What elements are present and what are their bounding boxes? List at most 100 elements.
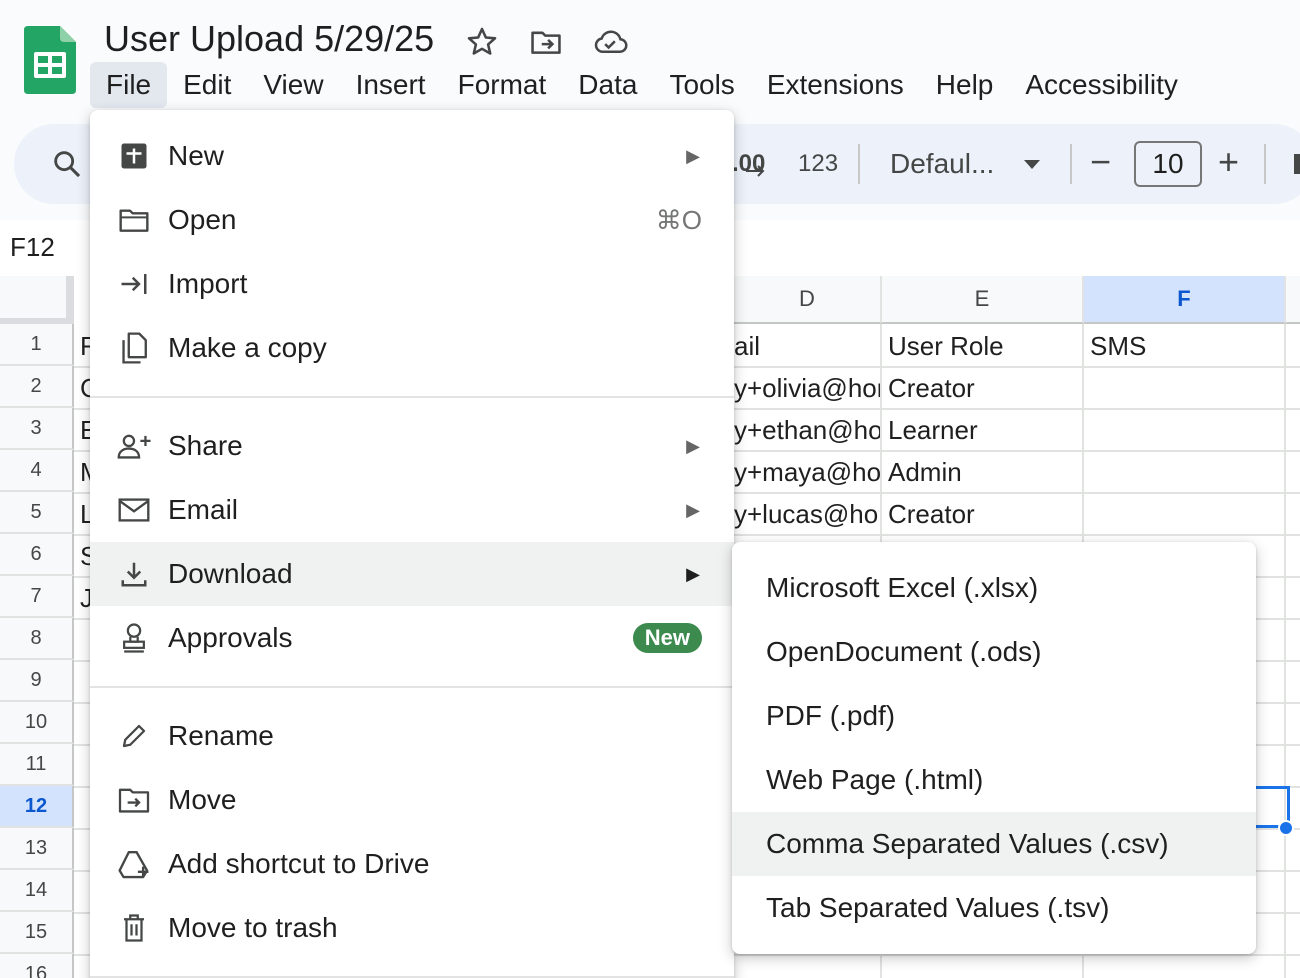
menu-item-label: Move to trash (168, 912, 338, 943)
menu-item-move[interactable]: Move (90, 768, 734, 832)
document-title[interactable]: User Upload 5/29/25 (104, 18, 434, 60)
search-menus-icon[interactable] (50, 124, 84, 204)
cell-e1[interactable]: User Role (882, 326, 1082, 366)
menu-edit[interactable]: Edit (167, 62, 247, 108)
menu-divider (90, 396, 734, 398)
cell-a4[interactable]: M (74, 452, 90, 492)
sheets-app: User Upload 5/29/25 File Edit View Inser… (0, 0, 1300, 978)
row-header[interactable]: 7 (0, 576, 74, 618)
row-header[interactable]: 6 (0, 534, 74, 576)
font-size-input[interactable]: 10 (1134, 141, 1202, 187)
cell-a6[interactable]: S (74, 536, 90, 576)
download-ods[interactable]: OpenDocument (.ods) (732, 620, 1256, 684)
submenu-item-label: PDF (.pdf) (766, 700, 896, 731)
submenu-arrow-icon: ▶ (686, 435, 700, 456)
cell-a3[interactable]: E (74, 410, 90, 450)
gridline (1284, 324, 1286, 978)
menu-data[interactable]: Data (562, 62, 653, 108)
menu-file[interactable]: File (90, 62, 168, 108)
download-tsv[interactable]: Tab Separated Values (.tsv) (732, 876, 1256, 940)
cell-a7[interactable]: J (74, 578, 90, 618)
cell-e2[interactable]: Creator (882, 368, 1082, 408)
cloud-saved-icon[interactable] (592, 24, 628, 60)
menu-extensions[interactable]: Extensions (751, 62, 920, 108)
cell-f1[interactable]: SMS (1084, 326, 1284, 366)
menu-item-label: Email (168, 494, 239, 525)
menu-item-add-shortcut[interactable]: Add shortcut to Drive (90, 832, 734, 896)
cell-d3[interactable]: y+ethan@hoi (734, 410, 880, 450)
menu-help[interactable]: Help (920, 62, 1010, 108)
select-all-corner[interactable] (0, 276, 74, 324)
menu-item-make-a-copy[interactable]: Make a copy (90, 316, 734, 380)
cell-e5[interactable]: Creator (882, 494, 1082, 534)
number-format-label: 123 (798, 150, 839, 177)
menu-item-label: Move (168, 784, 237, 815)
import-icon (116, 266, 152, 302)
row-header[interactable]: 5 (0, 492, 74, 534)
row-header[interactable]: 2 (0, 366, 74, 408)
menu-item-email[interactable]: Email ▶ (90, 478, 734, 542)
download-pdf[interactable]: PDF (.pdf) (732, 684, 1256, 748)
move-folder-icon (116, 782, 152, 818)
menu-item-open[interactable]: Open ⌘O (90, 188, 734, 252)
cell-d2[interactable]: y+olivia@hor (734, 368, 880, 408)
cell-d5[interactable]: y+lucas@hor (734, 494, 880, 534)
download-xlsx[interactable]: Microsoft Excel (.xlsx) (732, 556, 1256, 620)
row-header[interactable]: 9 (0, 660, 74, 702)
decrease-font-size-button[interactable]: − (1090, 122, 1111, 202)
column-header-f[interactable]: F (1084, 276, 1286, 324)
menu-accessibility[interactable]: Accessibility (1009, 62, 1193, 108)
bold-partial-icon[interactable] (1292, 124, 1300, 204)
menu-insert[interactable]: Insert (340, 62, 442, 108)
cell-a1[interactable]: F (74, 326, 90, 366)
menu-item-download[interactable]: Download ▶ (90, 542, 734, 606)
star-icon[interactable] (464, 24, 500, 60)
menu-item-import[interactable]: Import (90, 252, 734, 316)
cell-a5[interactable]: L (74, 494, 90, 534)
row-header[interactable]: 13 (0, 828, 74, 870)
row-header[interactable]: 8 (0, 618, 74, 660)
new-sheet-icon (116, 138, 152, 174)
row-header[interactable]: 15 (0, 912, 74, 954)
new-badge: New (632, 623, 702, 653)
font-family-value: Defaul... (890, 148, 995, 179)
row-header[interactable]: 16 (0, 954, 74, 978)
cell-d4[interactable]: y+maya@hoi (734, 452, 880, 492)
menu-tools[interactable]: Tools (653, 62, 750, 108)
row-header[interactable]: 1 (0, 324, 74, 366)
column-header-e[interactable]: E (882, 276, 1084, 324)
caret-down-icon[interactable] (1020, 124, 1044, 204)
row-header[interactable]: 10 (0, 702, 74, 744)
cell-d1[interactable]: ail (734, 326, 880, 366)
menubar: File Edit View Insert Format Data Tools … (90, 62, 1194, 108)
menu-format[interactable]: Format (442, 62, 563, 108)
menu-item-approvals[interactable]: Approvals New (90, 606, 734, 670)
menu-view[interactable]: View (247, 62, 339, 108)
name-box[interactable]: F12 (10, 232, 55, 263)
fill-handle[interactable] (1278, 820, 1294, 836)
download-html[interactable]: Web Page (.html) (732, 748, 1256, 812)
column-header-g[interactable] (1286, 276, 1300, 324)
sheets-logo-icon[interactable] (24, 26, 76, 94)
cell-e3[interactable]: Learner (882, 410, 1082, 450)
download-csv[interactable]: Comma Separated Values (.csv) (732, 812, 1256, 876)
menu-item-new[interactable]: New ▶ (90, 124, 734, 188)
move-folder-icon[interactable] (528, 24, 564, 60)
menu-item-rename[interactable]: Rename (90, 704, 734, 768)
cell-a2[interactable]: C (74, 368, 90, 408)
row-header[interactable]: 3 (0, 408, 74, 450)
row-header-selected[interactable]: 12 (0, 786, 74, 828)
number-format-button[interactable]: 123 (798, 124, 838, 204)
cell-e4[interactable]: Admin (882, 452, 1082, 492)
column-header-d[interactable]: D (734, 276, 882, 324)
shortcut-label: ⌘O (655, 204, 702, 235)
increase-font-size-button[interactable]: + (1218, 122, 1239, 202)
row-header[interactable]: 4 (0, 450, 74, 492)
menu-item-label: Rename (168, 720, 274, 751)
menu-item-move-to-trash[interactable]: Move to trash (90, 896, 734, 960)
menu-item-share[interactable]: Share ▶ (90, 414, 734, 478)
minus-label: − (1090, 141, 1112, 182)
font-family-select[interactable]: Defaul... (890, 124, 994, 204)
row-header[interactable]: 14 (0, 870, 74, 912)
row-header[interactable]: 11 (0, 744, 74, 786)
